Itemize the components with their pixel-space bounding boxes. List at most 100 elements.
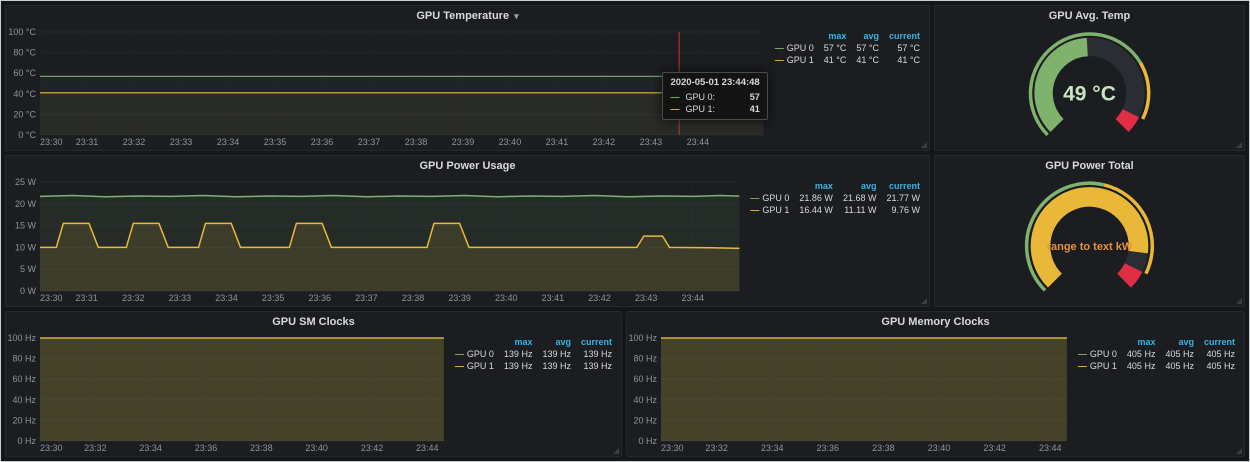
svg-text:23:32: 23:32 (705, 443, 728, 453)
panel-gpu-power-total: GPU Power Total range to text kW (934, 155, 1245, 307)
panel-header-gpu-memory-clocks[interactable]: GPU Memory Clocks (627, 312, 1244, 332)
legend-row: —GPU 1 405 Hz 405 Hz 405 Hz (1073, 360, 1240, 372)
svg-text:23:40: 23:40 (495, 293, 518, 303)
svg-text:23:36: 23:36 (195, 443, 218, 453)
legend-header-current[interactable]: current (576, 336, 617, 348)
svg-text:0 Hz: 0 Hz (17, 436, 36, 446)
legend-header-row: max avg current (1073, 336, 1240, 348)
series-name[interactable]: GPU 0 (787, 43, 814, 53)
legend-header-blank (450, 336, 499, 348)
series-name[interactable]: GPU 0 (1090, 349, 1117, 359)
legend-row: —GPU 0 139 Hz 139 Hz 139 Hz (450, 348, 617, 360)
svg-text:23:43: 23:43 (635, 293, 658, 303)
chevron-down-icon: ▾ (514, 11, 519, 22)
series-color-icon: — (750, 193, 759, 203)
svg-text:60 °C: 60 °C (13, 68, 36, 78)
legend-row: —GPU 0 57 °C 57 °C 57 °C (770, 42, 925, 54)
gpu-temperature-chart[interactable]: 0 °C20 °C40 °C60 °C80 °C100 °C23:3023:31… (8, 26, 770, 148)
panel-body: 0 °C20 °C40 °C60 °C80 °C100 °C23:3023:31… (6, 26, 929, 150)
series-name[interactable]: GPU 1 (787, 55, 814, 65)
legend-header-row: max avg current (450, 336, 617, 348)
svg-text:23:32: 23:32 (122, 293, 145, 303)
svg-text:15 W: 15 W (15, 221, 37, 231)
panel-body: 0 W5 W10 W15 W20 W25 W23:3023:3123:3223:… (6, 176, 929, 306)
legend-row: —GPU 0 21.86 W 21.68 W 21.77 W (745, 192, 925, 204)
legend-current-value: 139 Hz (576, 360, 617, 372)
svg-text:23:38: 23:38 (405, 137, 428, 147)
series-name[interactable]: GPU 0 (762, 193, 789, 203)
legend-header-current[interactable]: current (1199, 336, 1240, 348)
legend-header-blank (1073, 336, 1122, 348)
svg-text:23:30: 23:30 (40, 137, 63, 147)
panel-title-text: GPU Power Total (1045, 160, 1133, 172)
tooltip-series-name: GPU 1: (685, 103, 715, 115)
svg-text:20 W: 20 W (15, 199, 37, 209)
svg-text:23:34: 23:34 (761, 443, 784, 453)
svg-text:60 Hz: 60 Hz (633, 374, 657, 384)
svg-text:23:32: 23:32 (123, 137, 146, 147)
panel-title-text: GPU SM Clocks (272, 316, 355, 328)
svg-text:23:42: 23:42 (983, 443, 1006, 453)
svg-text:23:32: 23:32 (84, 443, 107, 453)
tooltip-series-name: GPU 0: (685, 91, 715, 103)
legend-header-max[interactable]: max (819, 30, 852, 42)
gpu-memory-clocks-chart[interactable]: 0 Hz20 Hz40 Hz60 Hz80 Hz100 Hz23:3023:32… (629, 332, 1073, 454)
panel-header-gpu-sm-clocks[interactable]: GPU SM Clocks (6, 312, 621, 332)
svg-text:23:36: 23:36 (311, 137, 334, 147)
svg-text:23:38: 23:38 (872, 443, 895, 453)
tooltip-row: — GPU 1: 41 (670, 103, 759, 115)
legend-header-max[interactable]: max (1122, 336, 1161, 348)
svg-text:80 Hz: 80 Hz (12, 354, 36, 364)
legend-avg-value: 139 Hz (537, 348, 576, 360)
legend-header-avg[interactable]: avg (851, 30, 884, 42)
legend-header-max[interactable]: max (499, 336, 538, 348)
series-name[interactable]: GPU 1 (467, 361, 494, 371)
series-name[interactable]: GPU 1 (1090, 361, 1117, 371)
svg-text:23:37: 23:37 (355, 293, 378, 303)
series-color-icon: — (750, 205, 759, 215)
series-color-icon: — (670, 103, 679, 115)
legend-current-value: 57 °C (884, 42, 925, 54)
svg-text:23:35: 23:35 (264, 137, 287, 147)
series-color-icon: — (670, 91, 679, 103)
legend-current-value: 21.77 W (881, 192, 925, 204)
panel-gpu-avg-temp: GPU Avg. Temp 49 °C (934, 5, 1245, 151)
legend-header-max[interactable]: max (794, 180, 838, 192)
series-name[interactable]: GPU 0 (467, 349, 494, 359)
legend-max-value: 405 Hz (1122, 348, 1161, 360)
gpu-power-usage-chart[interactable]: 0 W5 W10 W15 W20 W25 W23:3023:3123:3223:… (8, 176, 745, 304)
svg-text:23:34: 23:34 (217, 137, 240, 147)
panel-body: 49 °C (935, 26, 1244, 150)
legend-row: —GPU 0 405 Hz 405 Hz 405 Hz (1073, 348, 1240, 360)
legend-header-current[interactable]: current (884, 30, 925, 42)
gpu-sm-clocks-chart[interactable]: 0 Hz20 Hz40 Hz60 Hz80 Hz100 Hz23:3023:32… (8, 332, 450, 454)
svg-text:23:39: 23:39 (448, 293, 471, 303)
legend-current-value: 405 Hz (1199, 360, 1240, 372)
legend-current-value: 139 Hz (576, 348, 617, 360)
legend-header-avg[interactable]: avg (838, 180, 882, 192)
svg-text:23:44: 23:44 (681, 293, 704, 303)
panel-body: 0 Hz20 Hz40 Hz60 Hz80 Hz100 Hz23:3023:32… (627, 332, 1244, 456)
panel-gpu-memory-clocks: GPU Memory Clocks 0 Hz20 Hz40 Hz60 Hz80 … (626, 311, 1245, 457)
svg-text:23:41: 23:41 (546, 137, 569, 147)
svg-text:23:30: 23:30 (661, 443, 684, 453)
panel-header-gpu-temperature[interactable]: GPU Temperature ▾ (6, 6, 929, 26)
legend-header-current[interactable]: current (881, 180, 925, 192)
legend-avg-value: 405 Hz (1160, 348, 1199, 360)
legend-max-value: 41 °C (819, 54, 852, 66)
svg-text:49 °C: 49 °C (1063, 83, 1116, 106)
svg-text:23:40: 23:40 (928, 443, 951, 453)
svg-text:23:36: 23:36 (817, 443, 840, 453)
legend-header-avg[interactable]: avg (1160, 336, 1199, 348)
panel-header-gpu-avg-temp[interactable]: GPU Avg. Temp (935, 6, 1244, 26)
svg-text:23:34: 23:34 (215, 293, 238, 303)
panel-resize-handle[interactable] (919, 140, 929, 150)
legend-header-avg[interactable]: avg (537, 336, 576, 348)
panel-header-gpu-power-total[interactable]: GPU Power Total (935, 156, 1244, 176)
series-color-icon: — (775, 55, 784, 65)
panel-header-gpu-power-usage[interactable]: GPU Power Usage (6, 156, 929, 176)
series-color-icon: — (455, 349, 464, 359)
series-name[interactable]: GPU 1 (762, 205, 789, 215)
gpu-power-total-gauge: range to text kW (935, 176, 1244, 306)
dashboard-row-3: GPU SM Clocks 0 Hz20 Hz40 Hz60 Hz80 Hz10… (5, 311, 1245, 457)
